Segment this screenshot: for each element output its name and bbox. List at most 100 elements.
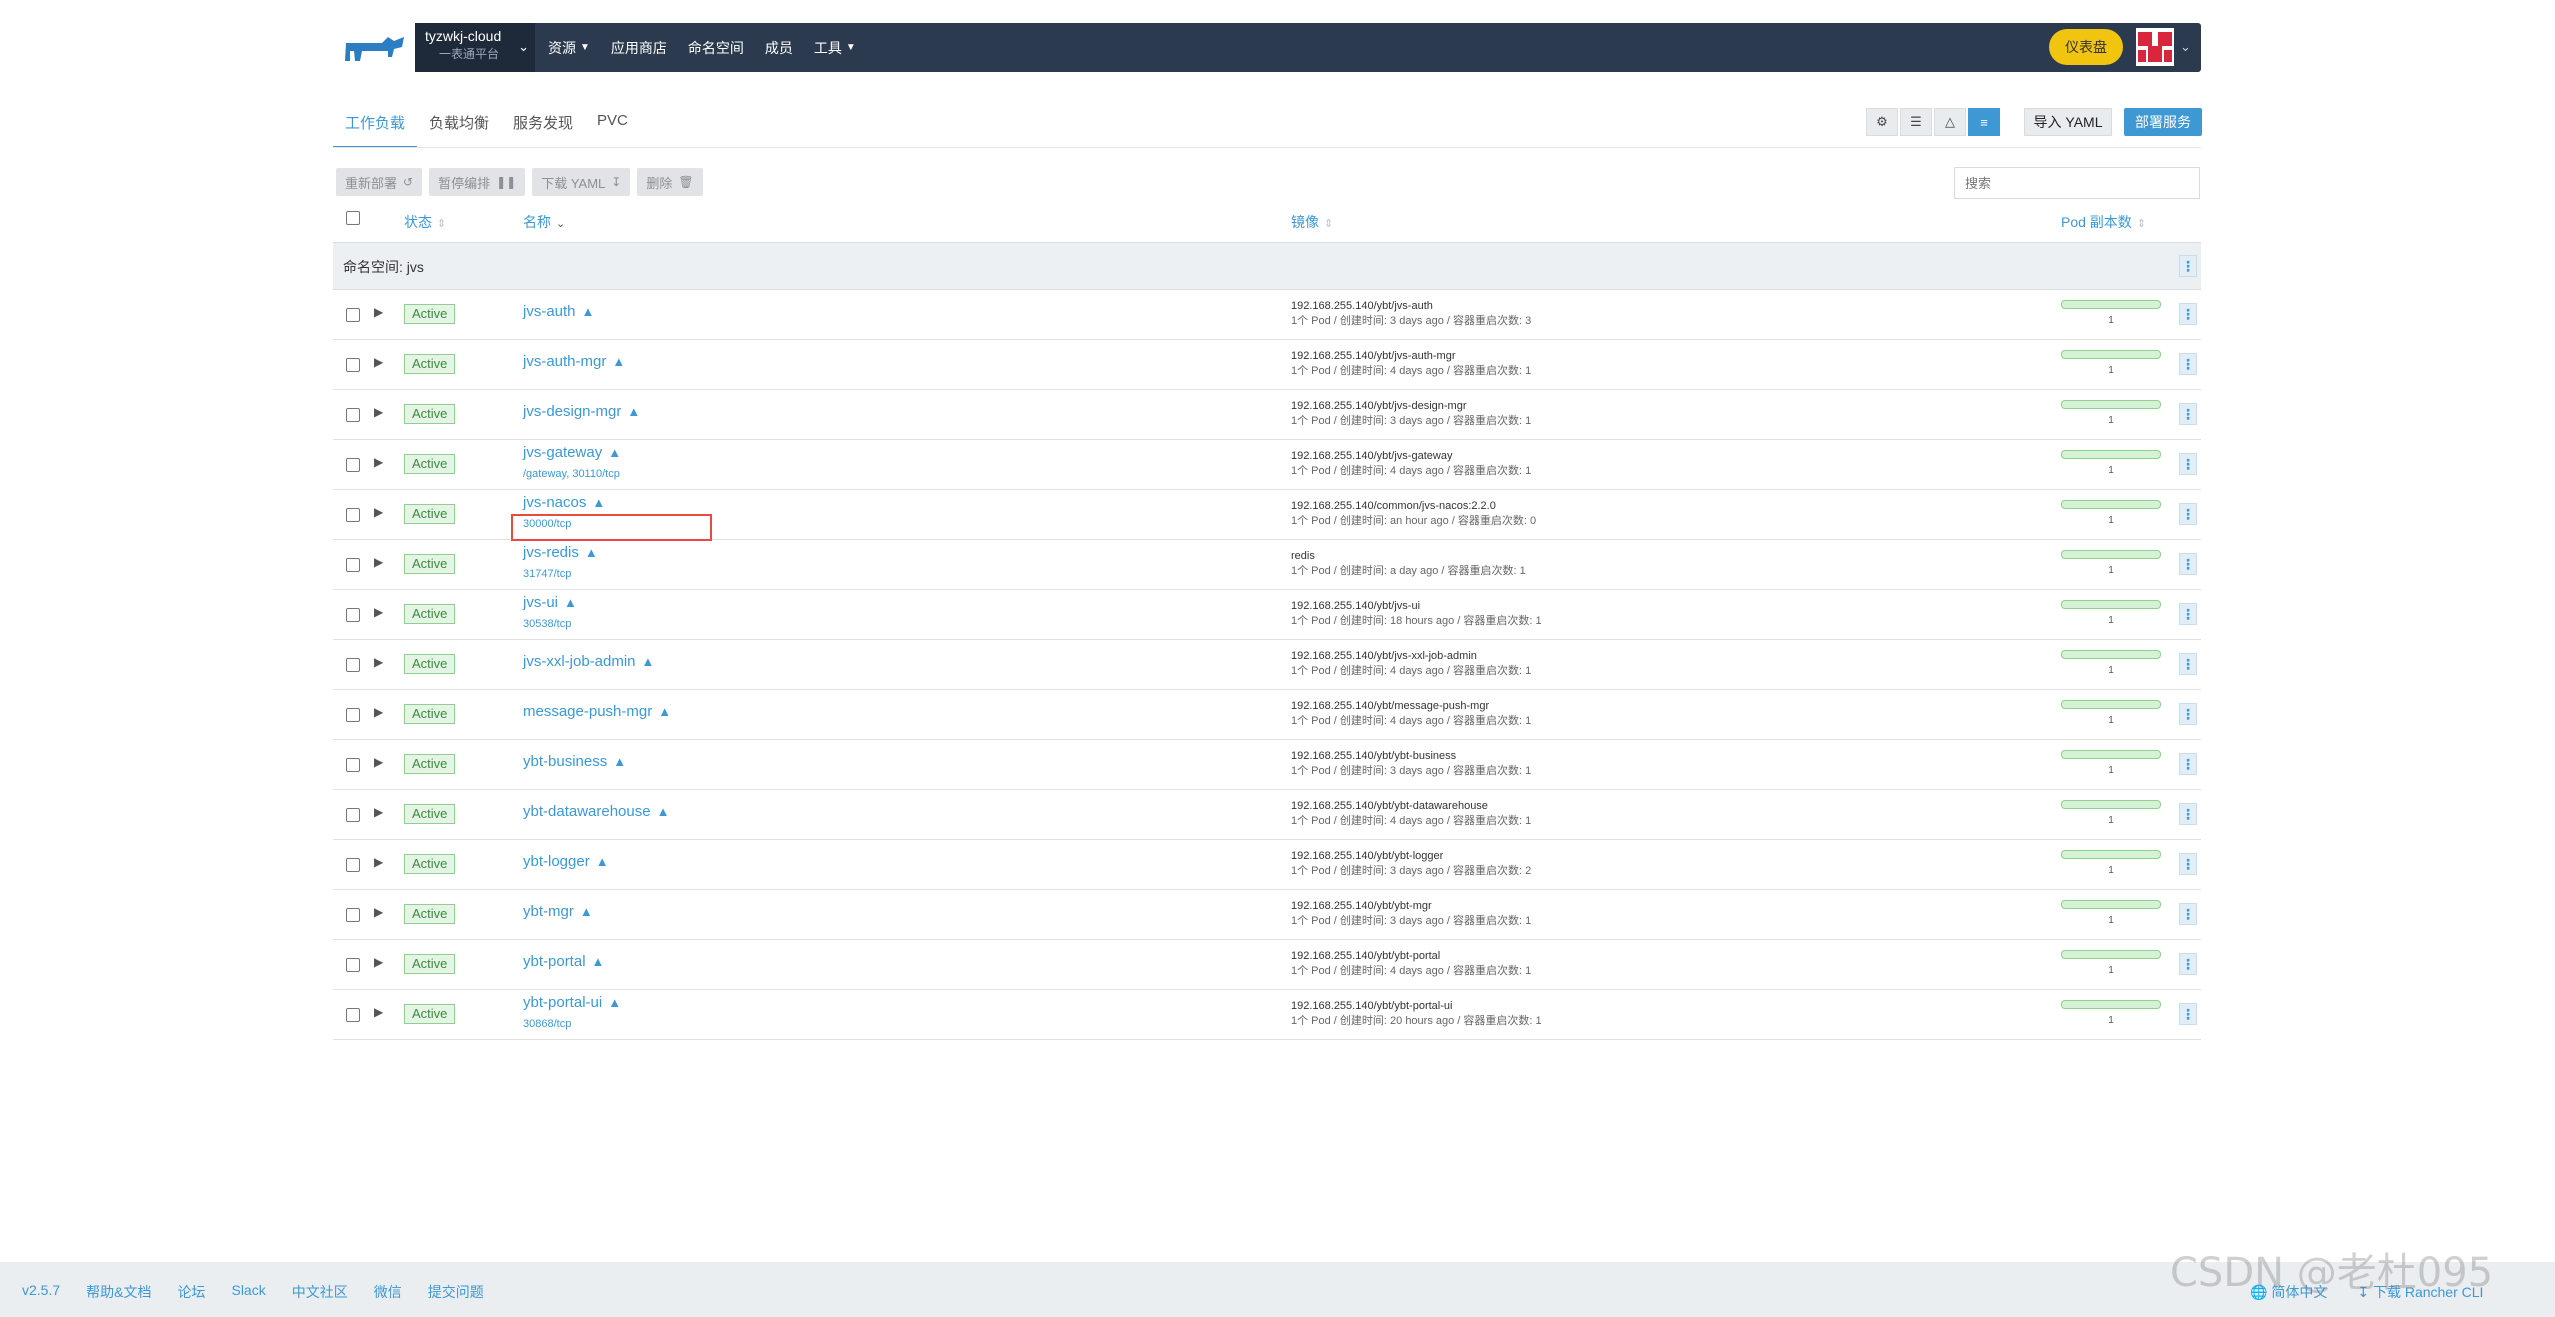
- import-yaml-button[interactable]: 导入 YAML: [2024, 108, 2112, 136]
- workload-name-link[interactable]: jvs-ui ▲: [523, 594, 577, 611]
- tab-service-discovery[interactable]: 服务发现: [501, 104, 585, 140]
- workload-name-link[interactable]: jvs-xxl-job-admin ▲: [523, 653, 654, 670]
- row-checkbox[interactable]: [346, 858, 360, 872]
- workload-name-link[interactable]: message-push-mgr ▲: [523, 703, 671, 720]
- column-image[interactable]: 镜像 ⇕: [1291, 212, 1333, 232]
- workload-name-link[interactable]: ybt-mgr ▲: [523, 903, 593, 920]
- row-menu-button[interactable]: ⋮: [2179, 453, 2197, 475]
- chevron-down-icon[interactable]: ⌄: [2180, 39, 2191, 55]
- delete-button[interactable]: 删除 🗑: [637, 168, 703, 196]
- footer-forum[interactable]: 论坛: [177, 1282, 205, 1302]
- footer-slack[interactable]: Slack: [231, 1282, 265, 1302]
- column-status[interactable]: 状态 ⇕: [404, 212, 446, 232]
- row-menu-button[interactable]: ⋮: [2179, 803, 2197, 825]
- rancher-logo[interactable]: [333, 23, 415, 72]
- footer-version[interactable]: v2.5.7: [22, 1282, 60, 1302]
- expand-arrow-icon[interactable]: ▶: [374, 805, 383, 819]
- expand-arrow-icon[interactable]: ▶: [374, 555, 383, 569]
- column-pods[interactable]: Pod 副本数 ⇕: [2061, 212, 2146, 232]
- row-checkbox[interactable]: [346, 708, 360, 722]
- expand-arrow-icon[interactable]: ▶: [374, 905, 383, 919]
- row-checkbox[interactable]: [346, 808, 360, 822]
- expand-arrow-icon[interactable]: ▶: [374, 755, 383, 769]
- port-link[interactable]: 30868/tcp: [523, 1018, 571, 1030]
- expand-arrow-icon[interactable]: ▶: [374, 855, 383, 869]
- row-checkbox[interactable]: [346, 358, 360, 372]
- workload-name-link[interactable]: jvs-design-mgr ▲: [523, 403, 640, 420]
- port-link[interactable]: /gateway, 30110/tcp: [523, 468, 620, 480]
- row-checkbox[interactable]: [346, 408, 360, 422]
- row-menu-button[interactable]: ⋮: [2179, 553, 2197, 575]
- row-checkbox[interactable]: [346, 308, 360, 322]
- tab-workloads[interactable]: 工作负载: [333, 104, 418, 148]
- row-checkbox[interactable]: [346, 908, 360, 922]
- column-name[interactable]: 名称 ⌄: [523, 212, 565, 232]
- row-menu-button[interactable]: ⋮: [2179, 603, 2197, 625]
- expand-arrow-icon[interactable]: ▶: [374, 505, 383, 519]
- row-menu-button[interactable]: ⋮: [2179, 903, 2197, 925]
- row-menu-button[interactable]: ⋮: [2179, 403, 2197, 425]
- footer-issue[interactable]: 提交问题: [428, 1282, 484, 1302]
- search-input[interactable]: [1954, 167, 2200, 199]
- workload-name-link[interactable]: ybt-portal ▲: [523, 953, 604, 970]
- cluster-switcher[interactable]: tyzwkj-cloud 一表通平台 ⌄: [415, 23, 535, 72]
- view-list-button[interactable]: ☰: [1900, 108, 1932, 136]
- workload-name-link[interactable]: jvs-gateway ▲: [523, 444, 621, 461]
- nav-resources[interactable]: 资源 ▼: [548, 38, 590, 58]
- workload-name-link[interactable]: ybt-datawarehouse ▲: [523, 803, 669, 820]
- select-all-checkbox[interactable]: [346, 211, 360, 225]
- tab-pvc[interactable]: PVC: [585, 104, 640, 140]
- row-menu-button[interactable]: ⋮: [2179, 753, 2197, 775]
- row-checkbox[interactable]: [346, 958, 360, 972]
- row-menu-button[interactable]: ⋮: [2179, 1003, 2197, 1025]
- expand-arrow-icon[interactable]: ▶: [374, 405, 383, 419]
- row-menu-button[interactable]: ⋮: [2179, 853, 2197, 875]
- port-link[interactable]: 31747/tcp: [523, 568, 571, 580]
- row-menu-button[interactable]: ⋮: [2179, 653, 2197, 675]
- expand-arrow-icon[interactable]: ▶: [374, 1005, 383, 1019]
- nav-members[interactable]: 成员: [765, 38, 793, 58]
- row-checkbox[interactable]: [346, 508, 360, 522]
- nav-namespaces[interactable]: 命名空间: [688, 38, 744, 58]
- footer-wechat[interactable]: 微信: [374, 1282, 402, 1302]
- row-checkbox[interactable]: [346, 758, 360, 772]
- row-menu-button[interactable]: ⋮: [2179, 353, 2197, 375]
- row-menu-button[interactable]: ⋮: [2179, 953, 2197, 975]
- pause-orchestration-button[interactable]: 暂停编排 ❚❚: [429, 168, 526, 196]
- workload-name-link[interactable]: jvs-auth ▲: [523, 303, 594, 320]
- workload-name-link[interactable]: jvs-redis ▲: [523, 544, 598, 561]
- row-checkbox[interactable]: [346, 1008, 360, 1022]
- footer-community[interactable]: 中文社区: [292, 1282, 348, 1302]
- row-checkbox[interactable]: [346, 458, 360, 472]
- workload-name-link[interactable]: jvs-nacos ▲: [523, 494, 605, 511]
- row-menu-button[interactable]: ⋮: [2179, 503, 2197, 525]
- nav-app-store[interactable]: 应用商店: [611, 38, 667, 58]
- view-node-button[interactable]: ⚙: [1866, 108, 1898, 136]
- expand-arrow-icon[interactable]: ▶: [374, 305, 383, 319]
- workload-name-link[interactable]: ybt-business ▲: [523, 753, 626, 770]
- tab-load-balancing[interactable]: 负载均衡: [417, 104, 501, 140]
- download-yaml-button[interactable]: 下载 YAML ↧: [532, 168, 631, 196]
- row-checkbox[interactable]: [346, 558, 360, 572]
- avatar[interactable]: [2136, 28, 2174, 66]
- row-menu-button[interactable]: ⋮: [2179, 703, 2197, 725]
- workload-name-link[interactable]: ybt-logger ▲: [523, 853, 609, 870]
- view-namespace-button[interactable]: ≡: [1968, 108, 2000, 136]
- expand-arrow-icon[interactable]: ▶: [374, 455, 383, 469]
- workload-name-link[interactable]: ybt-portal-ui ▲: [523, 994, 621, 1011]
- footer-help-docs[interactable]: 帮助&文档: [86, 1282, 151, 1302]
- row-checkbox[interactable]: [346, 658, 360, 672]
- row-menu-button[interactable]: ⋮: [2179, 303, 2197, 325]
- dashboard-button[interactable]: 仪表盘: [2049, 29, 2123, 65]
- nav-tools[interactable]: 工具 ▼: [814, 38, 856, 58]
- row-checkbox[interactable]: [346, 608, 360, 622]
- expand-arrow-icon[interactable]: ▶: [374, 655, 383, 669]
- namespace-menu-button[interactable]: ⋮: [2179, 255, 2197, 277]
- workload-name-link[interactable]: jvs-auth-mgr ▲: [523, 353, 625, 370]
- expand-arrow-icon[interactable]: ▶: [374, 955, 383, 969]
- port-link[interactable]: 30538/tcp: [523, 618, 571, 630]
- view-group-button[interactable]: △: [1934, 108, 1966, 136]
- expand-arrow-icon[interactable]: ▶: [374, 605, 383, 619]
- expand-arrow-icon[interactable]: ▶: [374, 705, 383, 719]
- redeploy-button[interactable]: 重新部署 ↺: [336, 168, 423, 196]
